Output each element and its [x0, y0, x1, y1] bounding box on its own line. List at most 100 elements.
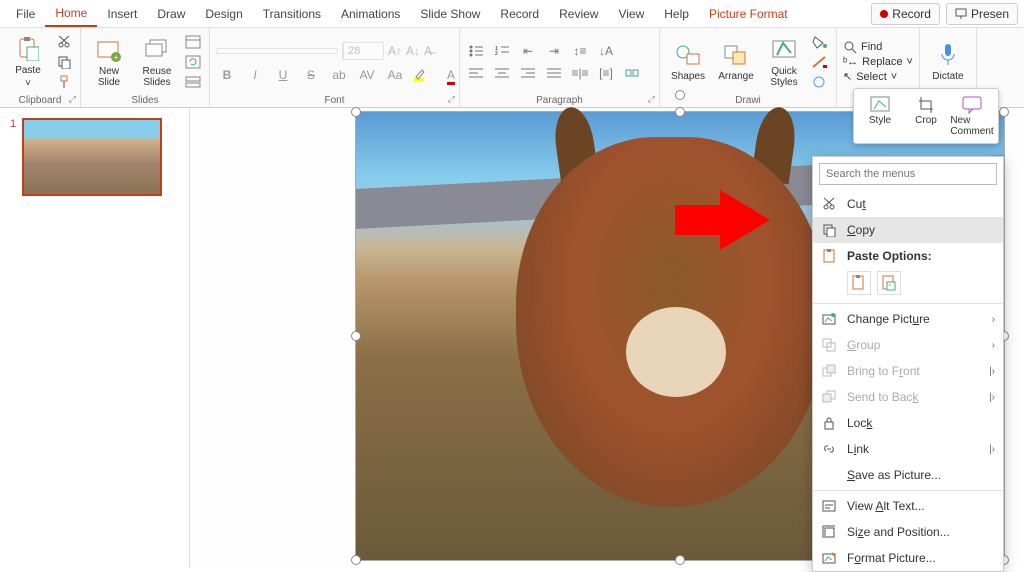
menu-alt-text[interactable]: View Alt Text...: [813, 493, 1003, 519]
resize-handle[interactable]: [351, 555, 361, 565]
quick-styles-icon: [770, 36, 798, 64]
justify-button[interactable]: [544, 64, 564, 82]
find-label: Find: [861, 41, 882, 53]
align-center-button[interactable]: [492, 64, 512, 82]
replace-button[interactable]: ᵇ↔Replace˅: [843, 56, 913, 68]
shape-fill-button[interactable]: [810, 33, 830, 51]
section-button[interactable]: [183, 73, 203, 91]
align-right-button[interactable]: [518, 64, 538, 82]
picture-style-icon: [869, 95, 891, 115]
columns-button[interactable]: ≡|≡: [570, 64, 590, 82]
tab-draw[interactable]: Draw: [147, 2, 195, 26]
font-color-button[interactable]: A: [440, 68, 462, 82]
menu-change-picture[interactable]: Change Picture ›: [813, 306, 1003, 332]
menu-cut[interactable]: Cut: [813, 191, 1003, 217]
highlight-button[interactable]: [412, 68, 434, 82]
shrink-font-button[interactable]: A↓: [406, 44, 420, 58]
change-picture-label: Change Picture: [847, 312, 982, 326]
rotation-handle[interactable]: [675, 90, 685, 100]
menu-search: [819, 163, 997, 185]
underline-button[interactable]: U: [272, 68, 294, 82]
strike-button[interactable]: S: [300, 68, 322, 82]
tab-slideshow[interactable]: Slide Show: [410, 2, 490, 26]
bullets-button[interactable]: [466, 42, 486, 60]
numbering-button[interactable]: 12: [492, 42, 512, 60]
font-size-select[interactable]: 28: [342, 42, 384, 60]
copy-button[interactable]: [54, 53, 74, 71]
text-direction-button[interactable]: ↓A: [596, 42, 616, 60]
paste-button[interactable]: Paste ˅: [6, 32, 50, 92]
paste-option-default[interactable]: [847, 271, 871, 295]
tab-animations[interactable]: Animations: [331, 2, 410, 26]
spacing-button[interactable]: AV: [356, 68, 378, 82]
new-slide-button[interactable]: + New Slide: [87, 32, 131, 92]
crop-button[interactable]: Crop: [904, 93, 948, 139]
tab-picture-format[interactable]: Picture Format: [699, 2, 798, 26]
smartart-button[interactable]: [622, 64, 642, 82]
format-painter-button[interactable]: [54, 73, 74, 91]
record-button[interactable]: Record: [871, 3, 940, 25]
shadow-button[interactable]: ab: [328, 68, 350, 82]
menu-paste-options: Paste Options:: [813, 243, 1003, 269]
resize-handle[interactable]: [351, 107, 361, 117]
resize-handle[interactable]: [351, 331, 361, 341]
align-text-button[interactable]: [≡]: [596, 64, 616, 82]
style-button[interactable]: Style: [858, 93, 902, 139]
slide-canvas[interactable]: Style Crop New Comment: [190, 108, 1024, 567]
tab-record[interactable]: Record: [490, 2, 549, 26]
resize-handle[interactable]: [675, 555, 685, 565]
present-button[interactable]: Presen: [946, 3, 1018, 25]
case-button[interactable]: Aa: [384, 68, 406, 82]
justify-icon: [547, 67, 561, 79]
layout-button[interactable]: [183, 33, 203, 51]
resize-handle[interactable]: [999, 107, 1009, 117]
menu-format-picture[interactable]: Format Picture...: [813, 545, 1003, 571]
bold-button[interactable]: B: [216, 68, 238, 82]
shapes-button[interactable]: Shapes: [666, 32, 710, 92]
menu-search-input[interactable]: [819, 163, 997, 185]
shape-outline-button[interactable]: [810, 53, 830, 71]
tab-insert[interactable]: Insert: [97, 2, 147, 26]
menu-lock[interactable]: Lock: [813, 410, 1003, 436]
reuse-slides-button[interactable]: Reuse Slides: [135, 32, 179, 92]
annotation-arrow: [675, 205, 725, 235]
paste-option-picture[interactable]: [877, 271, 901, 295]
resize-handle[interactable]: [675, 107, 685, 117]
tab-transitions[interactable]: Transitions: [253, 2, 331, 26]
indent-less-button[interactable]: ⇤: [518, 42, 538, 60]
quick-styles-button[interactable]: Quick Styles: [762, 32, 806, 92]
menu-link[interactable]: Link |›: [813, 436, 1003, 462]
italic-button[interactable]: I: [244, 68, 266, 82]
grow-font-button[interactable]: A↑: [388, 44, 402, 58]
menu-copy[interactable]: Copy: [813, 217, 1003, 243]
tab-help[interactable]: Help: [654, 2, 699, 26]
tab-home[interactable]: Home: [45, 1, 97, 27]
dictate-label: Dictate: [932, 71, 963, 82]
clipboard-launcher[interactable]: ⤢: [69, 94, 76, 105]
tab-view[interactable]: View: [608, 2, 654, 26]
select-button[interactable]: ↖Select˅: [843, 70, 913, 83]
new-comment-button[interactable]: New Comment: [950, 93, 994, 139]
reset-button[interactable]: [183, 53, 203, 71]
clear-format-button[interactable]: A̶: [424, 44, 432, 58]
line-spacing-button[interactable]: ↕≡: [570, 42, 590, 60]
slide-thumbnail[interactable]: 1: [10, 118, 179, 196]
dictate-button[interactable]: Dictate: [926, 32, 970, 92]
tab-file[interactable]: File: [6, 2, 45, 26]
search-icon: [843, 40, 857, 54]
menu-size-position[interactable]: Size and Position...: [813, 519, 1003, 545]
indent-more-button[interactable]: ⇥: [544, 42, 564, 60]
align-left-button[interactable]: [466, 64, 486, 82]
paragraph-launcher[interactable]: ⤢: [648, 94, 655, 105]
font-launcher[interactable]: ⤢: [448, 94, 455, 105]
font-family-select[interactable]: [216, 48, 338, 54]
cut-button[interactable]: [54, 33, 74, 51]
tab-review[interactable]: Review: [549, 2, 608, 26]
chevron-down-icon: ˅: [907, 56, 913, 68]
menu-save-as-picture[interactable]: Save as Picture...: [813, 462, 1003, 488]
tab-design[interactable]: Design: [195, 2, 252, 26]
find-button[interactable]: Find: [843, 40, 913, 54]
arrange-button[interactable]: Arrange: [714, 32, 758, 92]
shape-effects-button[interactable]: [810, 73, 830, 91]
fill-icon: [811, 35, 829, 49]
